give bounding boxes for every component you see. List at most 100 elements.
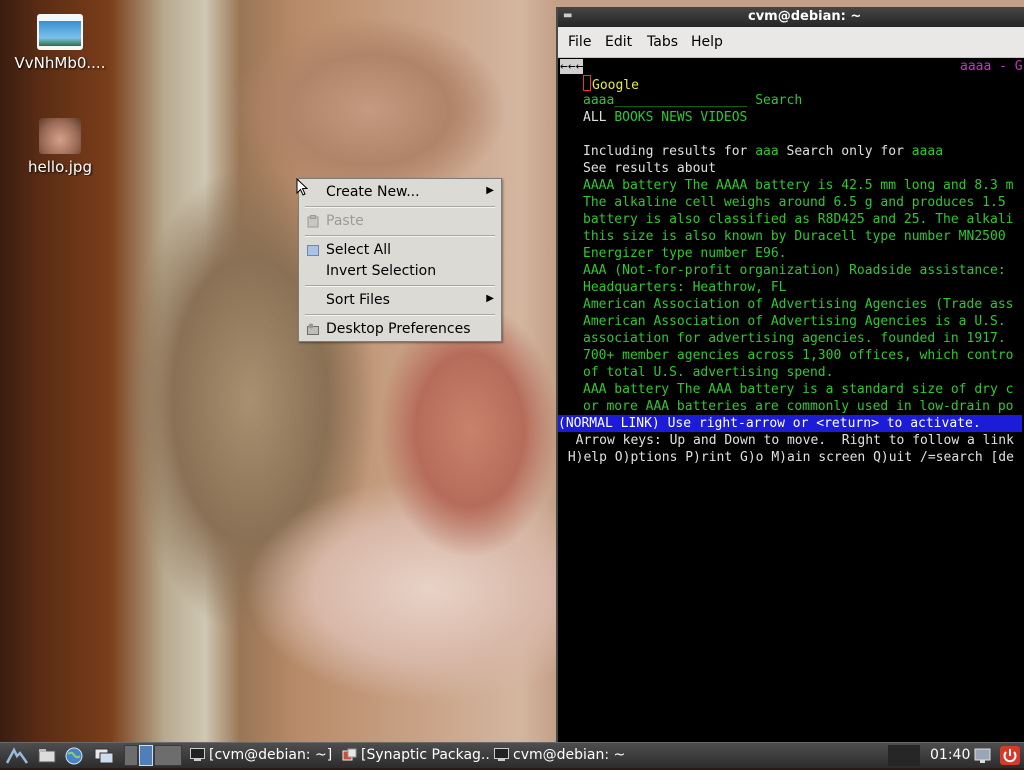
terminal-top-line: ←←← aaaa - G <box>560 58 1023 75</box>
result-line[interactable]: The alkaline cell weighs around 6.5 g an… <box>583 194 1006 211</box>
folder-icon <box>38 749 56 763</box>
result-line[interactable]: this size is also known by Duracell type… <box>583 228 1006 245</box>
workspace-1[interactable] <box>124 745 138 766</box>
help-line-arrows: Arrow keys: Up and Down to move. Right t… <box>560 433 1014 448</box>
menu-help[interactable]: Help <box>691 34 723 50</box>
google-brand: Google <box>592 78 639 93</box>
desktop-icon-image-file[interactable]: VvNhMb0.... <box>5 14 115 72</box>
search-only-prefix: Search only for <box>778 144 912 159</box>
search-field-blank[interactable]: _________________ <box>614 93 747 108</box>
mouse-pointer-icon <box>296 178 308 196</box>
menu-separator <box>305 314 495 316</box>
file-manager-button[interactable] <box>36 745 58 766</box>
task-label: cvm@debian: ~ <box>513 747 626 763</box>
status-line: (NORMAL LINK) Use right-arrow or <return… <box>558 415 1022 432</box>
monitor-lock-icon <box>974 748 991 763</box>
lxde-logo-icon <box>5 747 29 764</box>
text-cursor <box>583 75 591 91</box>
task-label: [Synaptic Packag... <box>361 747 490 763</box>
desktop-icon-label: hello.jpg <box>28 158 92 176</box>
menu-separator <box>305 285 495 287</box>
image-file-icon <box>37 14 83 50</box>
window-title: cvm@debian: ~ <box>748 9 862 24</box>
help-line-commands: H)elp O)ptions P)rint G)o M)ain screen Q… <box>560 450 1014 465</box>
result-line[interactable]: AAA battery The AAA battery is a standar… <box>583 381 1013 398</box>
search-only-link[interactable]: aaaa <box>912 144 943 159</box>
result-line[interactable]: American Association of Advertising Agen… <box>583 313 1006 330</box>
desktop-icon-hello-jpg[interactable]: hello.jpg <box>5 118 115 176</box>
see-results-heading: See results about <box>583 161 717 176</box>
workspace-2[interactable] <box>139 745 153 766</box>
window-titlebar[interactable]: ▬ cvm@debian: ~ <box>558 7 1024 27</box>
nav-links[interactable]: BOOKS NEWS VIDEOS <box>614 110 747 125</box>
photo-thumbnail-icon <box>39 118 81 154</box>
result-line[interactable]: 700+ member agencies across 1,300 office… <box>583 347 1013 364</box>
including-term-link[interactable]: aaa <box>755 144 778 159</box>
show-desktop-button[interactable] <box>92 745 116 766</box>
desktop-context-menu: Create New... ▶ Paste Select All Invert … <box>298 178 502 342</box>
terminal-window[interactable]: ▬ cvm@debian: ~ File Edit Tabs Help ←←← a… <box>556 7 1024 742</box>
cpu-monitor <box>888 745 920 766</box>
web-browser-button[interactable] <box>62 745 86 766</box>
menu-separator <box>305 235 495 237</box>
menu-tabs[interactable]: Tabs <box>647 34 678 50</box>
including-prefix: Including results for <box>583 144 756 159</box>
taskbar: [cvm@debian: ~] [Synaptic Packag... cvm@… <box>0 742 1024 768</box>
menu-file[interactable]: File <box>568 34 591 50</box>
page-title-right: aaaa - G <box>960 59 1023 74</box>
menu-separator <box>305 206 495 208</box>
taskbar-task-synaptic[interactable]: [Synaptic Packag... <box>340 745 490 766</box>
search-line: aaaa_________________ Search <box>583 92 802 109</box>
terminal-output[interactable]: ←←← aaaa - G Google aaaa_________________… <box>558 57 1024 742</box>
paste-icon <box>307 215 319 228</box>
menu-item-desktop-preferences[interactable]: Desktop Preferences <box>299 319 501 340</box>
menu-item-label: Desktop Preferences <box>326 321 471 337</box>
search-query[interactable]: aaaa <box>583 93 614 108</box>
result-line[interactable]: American Association of Advertising Agen… <box>583 296 1013 313</box>
terminal-icon <box>190 748 205 761</box>
menu-item-select-all[interactable]: Select All <box>299 240 501 261</box>
menu-item-invert-selection[interactable]: Invert Selection <box>299 261 501 282</box>
submenu-arrow-icon: ▶ <box>486 185 494 196</box>
menu-item-paste[interactable]: Paste <box>299 211 501 232</box>
power-icon <box>1000 746 1020 765</box>
nav-line: ALL BOOKS NEWS VIDEOS <box>583 109 747 126</box>
workspace-3[interactable] <box>154 745 182 766</box>
search-button[interactable]: Search <box>755 93 802 108</box>
preferences-icon <box>307 323 319 336</box>
menu-item-sort-files[interactable]: Sort Files ▶ <box>299 290 501 311</box>
synaptic-icon <box>342 748 357 761</box>
menubar: File Edit Tabs Help <box>558 27 1024 58</box>
desktop-icon-label: VvNhMb0.... <box>14 54 106 72</box>
result-line[interactable]: of total U.S. advertising spend. <box>583 364 833 381</box>
taskbar-task-terminal[interactable]: [cvm@debian: ~] <box>188 745 336 766</box>
start-menu-button[interactable] <box>4 745 30 766</box>
menu-item-label: Paste <box>326 213 364 229</box>
clock[interactable]: 01:40 <box>930 747 970 763</box>
menu-item-label: Create New... <box>326 184 420 200</box>
taskbar-task-terminal-active[interactable]: cvm@debian: ~ <box>492 745 642 766</box>
result-line[interactable]: AAA (Not-for-profit organization) Roadsi… <box>583 262 1006 279</box>
task-label: [cvm@debian: ~] <box>209 747 333 763</box>
result-line[interactable]: association for advertising agencies. fo… <box>583 330 1006 347</box>
windows-icon <box>94 748 114 764</box>
terminal-icon <box>494 748 509 761</box>
result-line[interactable]: Headquarters: Heathrow, FL <box>583 279 787 296</box>
including-line: Including results for aaa Search only fo… <box>583 143 943 160</box>
result-line[interactable]: or more AAA batteries are commonly used … <box>583 398 1013 415</box>
select-all-icon <box>307 244 319 257</box>
back-arrow-link[interactable]: ←←← <box>560 59 584 74</box>
menu-item-label: Invert Selection <box>326 263 437 279</box>
window-menu-icon[interactable]: ▬ <box>563 10 575 22</box>
menu-item-label: Select All <box>326 242 391 258</box>
menu-edit[interactable]: Edit <box>605 34 632 50</box>
menu-item-create-new[interactable]: Create New... ▶ <box>299 182 501 203</box>
screen-lock-button[interactable] <box>973 745 993 766</box>
globe-icon <box>65 747 83 765</box>
submenu-arrow-icon: ▶ <box>486 293 494 304</box>
result-line[interactable]: AAAA battery The AAAA battery is 42.5 mm… <box>583 177 1013 194</box>
result-line[interactable]: battery is also classified as R8D425 and… <box>583 211 1013 228</box>
result-line[interactable]: Energizer type number E96. <box>583 245 787 262</box>
logout-button[interactable] <box>999 745 1021 766</box>
nav-all: ALL <box>583 110 607 125</box>
